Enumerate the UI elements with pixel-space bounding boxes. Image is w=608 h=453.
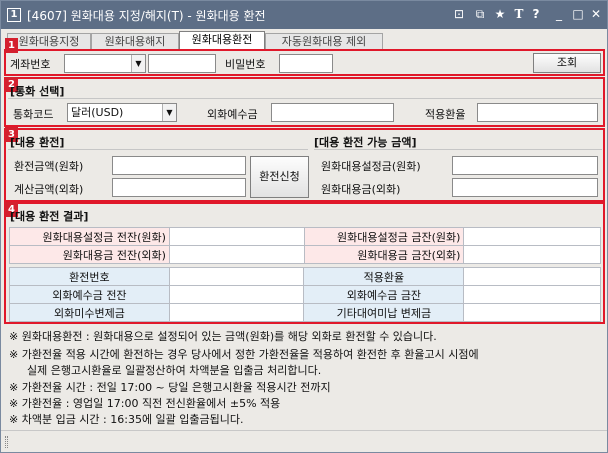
table-row: 환전번호 적용환율 [9, 267, 601, 286]
password-label: 비밀번호 [225, 58, 266, 71]
currency-code-select[interactable]: 달러(USD) ▼ [67, 103, 177, 122]
exchange-divider [8, 149, 308, 150]
prev-fx-deposit-value [168, 285, 305, 304]
help-icon[interactable]: ? [528, 6, 544, 22]
exchange-number-value [168, 267, 305, 286]
currency-code-label: 통화코드 [13, 108, 54, 121]
result-rate-value [463, 267, 601, 286]
notice-line: ※ 차액분 입금 시간 : 16:35에 일괄 입출금됩니다. [9, 413, 244, 426]
other-loan-repay-value [463, 303, 601, 322]
window-title: [4607] 원화대용 지정/해지(T) - 원화대용 환전 [27, 9, 266, 23]
calc-amount-fx-label: 계산금액(외화) [14, 183, 84, 196]
applied-rate-label: 적용환율 [425, 108, 466, 121]
available-set-krw-label: 원화대용설정금(원화) [321, 160, 421, 173]
apply-exchange-button[interactable]: 환전신청 [250, 156, 309, 198]
chevron-down-icon[interactable]: ▼ [162, 104, 176, 121]
minimize-icon[interactable]: _ [551, 6, 567, 22]
main-window: 1 [4607] 원화대용 지정/해지(T) - 원화대용 환전 ⊡ ⧉ ★ T… [0, 0, 608, 453]
account-select[interactable]: ▼ [64, 54, 146, 73]
available-header: [대용 환전 가능 금액] [314, 136, 417, 149]
pin-icon[interactable]: ⊡ [451, 6, 467, 22]
section-badge-1: 1 [5, 38, 18, 53]
notice-line: ※ 가환전율 시간 : 전일 17:00 ~ 당일 은행고시환율 적용시간 전까… [9, 381, 331, 394]
maximize-icon[interactable]: □ [570, 6, 586, 22]
curr-fx-deposit-value [463, 285, 601, 304]
curr-amount-fx-label: 원화대용금 금잔(외화) [303, 245, 465, 264]
exchange-amount-krw-label: 환전금액(원화) [14, 160, 84, 173]
available-amount-fx-label: 원화대용금(외화) [321, 183, 401, 196]
password-input[interactable] [279, 54, 333, 73]
other-loan-repay-label: 기타대여미납 변제금 [303, 303, 465, 322]
chevron-down-icon[interactable]: ▼ [131, 55, 145, 72]
close-icon[interactable]: ✕ [588, 6, 604, 22]
fx-deposit-field [271, 103, 394, 122]
available-amount-fx-field [452, 178, 598, 197]
exchange-amount-krw-input[interactable] [112, 156, 246, 175]
account-name-field[interactable] [148, 54, 216, 73]
copy-window-icon[interactable]: ⧉ [472, 6, 488, 22]
calc-amount-fx-field [112, 178, 246, 197]
favorite-star-icon[interactable]: ★ [492, 6, 508, 22]
currency-code-value: 달러(USD) [71, 106, 124, 119]
prev-set-krw-value [168, 227, 305, 246]
curr-set-krw-value [463, 227, 601, 246]
exchange-number-label: 환전번호 [9, 267, 170, 286]
title-bar: 1 [4607] 원화대용 지정/해지(T) - 원화대용 환전 ⊡ ⧉ ★ T… [1, 1, 607, 29]
result-table-detail: 환전번호 적용환율 외화예수금 전잔 외화예수금 금잔 외화미수변제금 기타대여… [9, 267, 601, 322]
prev-amount-fx-label: 원화대용금 전잔(외화) [9, 245, 170, 264]
table-row: 외화예수금 전잔 외화예수금 금잔 [9, 285, 601, 304]
status-bar [1, 430, 607, 452]
query-button[interactable]: 조회 [533, 53, 601, 73]
table-row: 외화미수변제금 기타대여미납 변제금 [9, 303, 601, 322]
notice-line: ※ 가환전율 : 영업일 17:00 직전 전신환율에서 ±5% 적용 [9, 397, 281, 410]
curr-amount-fx-value [463, 245, 601, 264]
result-header: [대용 환전 결과] [10, 210, 89, 223]
prev-fx-deposit-label: 외화예수금 전잔 [9, 285, 170, 304]
grip-icon [5, 436, 8, 448]
fx-deposit-label: 외화예수금 [207, 108, 258, 121]
table-row: 원화대용금 전잔(외화) 원화대용금 금잔(외화) [9, 245, 601, 264]
table-row: 원화대용설정금 전잔(원화) 원화대용설정금 금잔(원화) [9, 227, 601, 246]
fx-unpaid-repay-value [168, 303, 305, 322]
applied-rate-field [477, 103, 598, 122]
account-label: 계좌번호 [10, 58, 51, 71]
exchange-header: [대용 환전] [10, 136, 65, 149]
notice-line: 실제 은행고시환율로 일괄정산하여 차액분을 입출금 처리합니다. [27, 364, 322, 377]
window-number-badge: 1 [7, 8, 21, 22]
fx-unpaid-repay-label: 외화미수변제금 [9, 303, 170, 322]
result-rate-label: 적용환율 [303, 267, 465, 286]
notice-line: ※ 가환전율 적용 시간에 환전하는 경우 당사에서 정한 가환전율을 적용하여… [9, 348, 479, 361]
curr-set-krw-label: 원화대용설정금 금잔(원화) [303, 227, 465, 246]
prev-amount-fx-value [168, 245, 305, 264]
available-divider [314, 149, 602, 150]
currency-header: [통화 선택] [10, 85, 65, 98]
prev-set-krw-label: 원화대용설정금 전잔(원화) [9, 227, 170, 246]
result-table-balance: 원화대용설정금 전잔(원화) 원화대용설정금 금잔(원화) 원화대용금 전잔(외… [9, 227, 601, 264]
notice-line: ※ 원화대용환전 : 원화대용으로 설정되어 있는 금액(원화)를 해당 외화로… [9, 330, 437, 343]
font-size-icon[interactable]: T [511, 6, 527, 22]
curr-fx-deposit-label: 외화예수금 금잔 [303, 285, 465, 304]
available-set-krw-field [452, 156, 598, 175]
currency-divider [8, 98, 602, 99]
